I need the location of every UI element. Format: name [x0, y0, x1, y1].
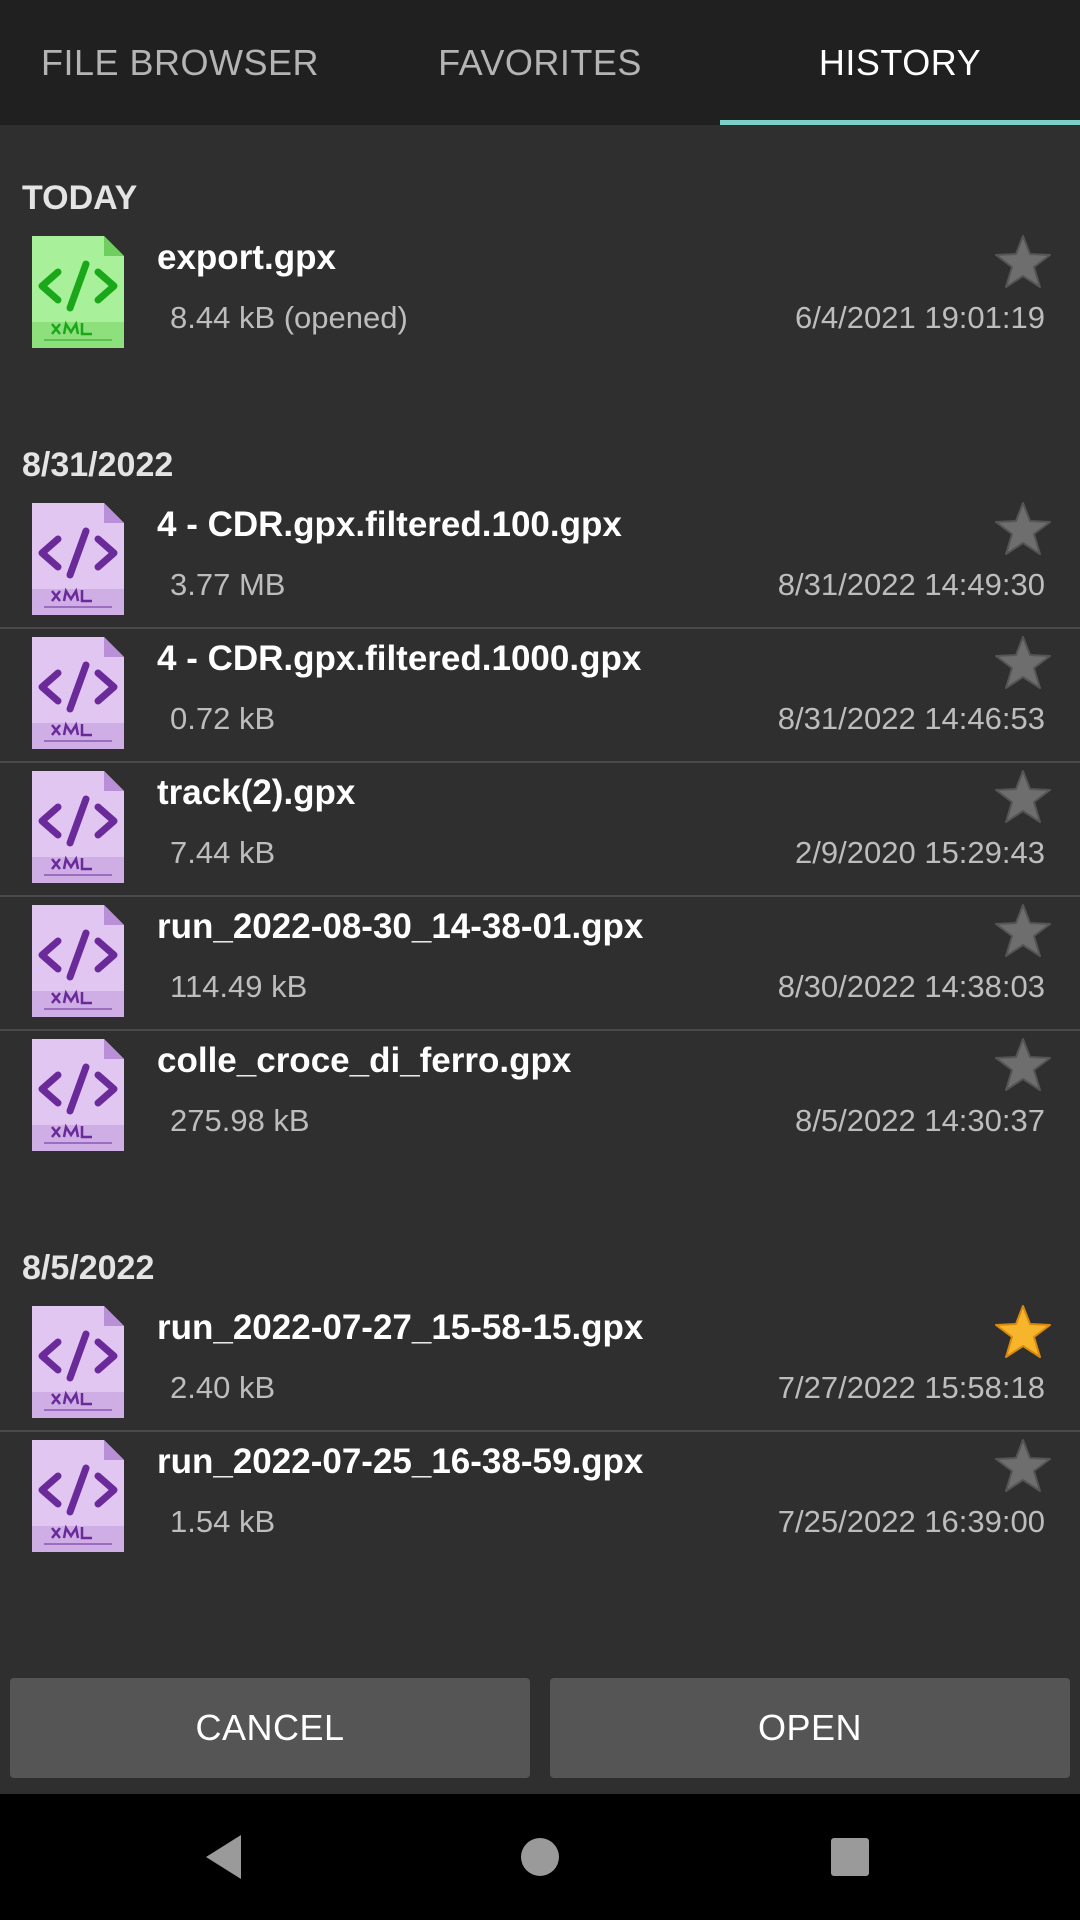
file-size: 8.44 kB (opened) — [170, 300, 408, 335]
file-name: track(2).gpx — [157, 773, 356, 812]
file-date: 8/5/2022 14:30:37 — [795, 1103, 1045, 1138]
xml-file-purple-icon — [32, 637, 124, 749]
file-size: 114.49 kB — [170, 969, 308, 1004]
file-size: 7.44 kB — [170, 835, 276, 870]
xml-file-purple-icon — [32, 1440, 124, 1552]
file-date: 8/31/2022 14:49:30 — [777, 567, 1045, 602]
system-nav-bar — [0, 1794, 1080, 1920]
file-size: 2.40 kB — [170, 1370, 276, 1405]
file-row[interactable]: run_2022-08-30_14-38-01.gpx 114.49 kB 8/30… — [0, 897, 1080, 1031]
xml-file-purple-icon — [32, 1039, 124, 1151]
file-size: 1.54 kB — [170, 1504, 276, 1539]
file-name: run_2022-07-25_16-38-59.gpx — [157, 1442, 644, 1481]
file-row[interactable]: export.gpx 8.44 kB (opened) 6/4/2021 19:01… — [0, 228, 1080, 362]
star-outline-icon[interactable] — [994, 501, 1052, 557]
xml-file-purple-icon — [32, 771, 124, 883]
file-row[interactable]: 4 - CDR.gpx.filtered.100.gpx 3.77 MB 8/31/… — [0, 495, 1080, 629]
file-size: 0.72 kB — [170, 701, 276, 736]
file-date: 6/4/2021 19:01:19 — [795, 300, 1045, 335]
star-outline-icon[interactable] — [994, 1438, 1052, 1494]
file-row[interactable]: 4 - CDR.gpx.filtered.1000.gpx 0.72 kB 8/31… — [0, 629, 1080, 763]
star-filled-icon[interactable] — [994, 1304, 1052, 1360]
section-header: 8/5/2022 — [22, 1249, 155, 1287]
file-size: 3.77 MB — [170, 567, 286, 602]
back-icon[interactable] — [196, 1827, 256, 1887]
file-size: 275.98 kB — [170, 1103, 310, 1138]
recent-apps-icon[interactable] — [820, 1827, 880, 1887]
file-date: 8/31/2022 14:46:53 — [777, 701, 1045, 736]
file-name: colle_croce_di_ferro.gpx — [157, 1041, 572, 1080]
tab-history[interactable]: HISTORY — [720, 0, 1080, 125]
file-name: run_2022-08-30_14-38-01.gpx — [157, 907, 644, 946]
star-outline-icon[interactable] — [994, 903, 1052, 959]
file-row[interactable]: colle_croce_di_ferro.gpx 275.98 kB 8/5/202… — [0, 1031, 1080, 1165]
file-row[interactable]: track(2).gpx 7.44 kB 2/9/2020 15:29:43 — [0, 763, 1080, 897]
star-outline-icon[interactable] — [994, 769, 1052, 825]
star-outline-icon[interactable] — [994, 635, 1052, 691]
home-icon[interactable] — [510, 1827, 570, 1887]
tab-file-browser[interactable]: FILE BROWSER — [0, 0, 360, 125]
star-outline-icon[interactable] — [994, 1037, 1052, 1093]
section-header: 8/31/2022 — [22, 446, 174, 484]
open-button[interactable]: OPEN — [550, 1678, 1070, 1778]
xml-file-purple-icon — [32, 905, 124, 1017]
xml-file-purple-icon — [32, 1306, 124, 1418]
file-row[interactable]: run_2022-07-25_16-38-59.gpx 1.54 kB 7/25/2… — [0, 1432, 1080, 1566]
cancel-button[interactable]: CANCEL — [10, 1678, 530, 1778]
xml-file-purple-icon — [32, 503, 124, 615]
star-outline-icon[interactable] — [994, 234, 1052, 290]
file-row[interactable]: run_2022-07-27_15-58-15.gpx 2.40 kB 7/27/2… — [0, 1298, 1080, 1432]
file-name: export.gpx — [157, 238, 336, 277]
tab-bar: FILE BROWSER FAVORITES HISTORY — [0, 0, 1080, 125]
file-date: 7/25/2022 16:39:00 — [777, 1504, 1045, 1539]
file-date: 8/30/2022 14:38:03 — [777, 969, 1045, 1004]
tab-favorites[interactable]: FAVORITES — [360, 0, 720, 125]
history-list: TODAY export.gpx 8.44 kB (opened) 6/4/2021 … — [0, 125, 1080, 1566]
file-name: 4 - CDR.gpx.filtered.1000.gpx — [157, 639, 642, 678]
file-name: run_2022-07-27_15-58-15.gpx — [157, 1308, 644, 1347]
section-header: TODAY — [22, 179, 138, 217]
file-name: 4 - CDR.gpx.filtered.100.gpx — [157, 505, 622, 544]
xml-file-green-icon — [32, 236, 124, 348]
file-date: 2/9/2020 15:29:43 — [795, 835, 1045, 870]
button-bar: CANCEL OPEN — [0, 1668, 1080, 1794]
file-date: 7/27/2022 15:58:18 — [777, 1370, 1045, 1405]
